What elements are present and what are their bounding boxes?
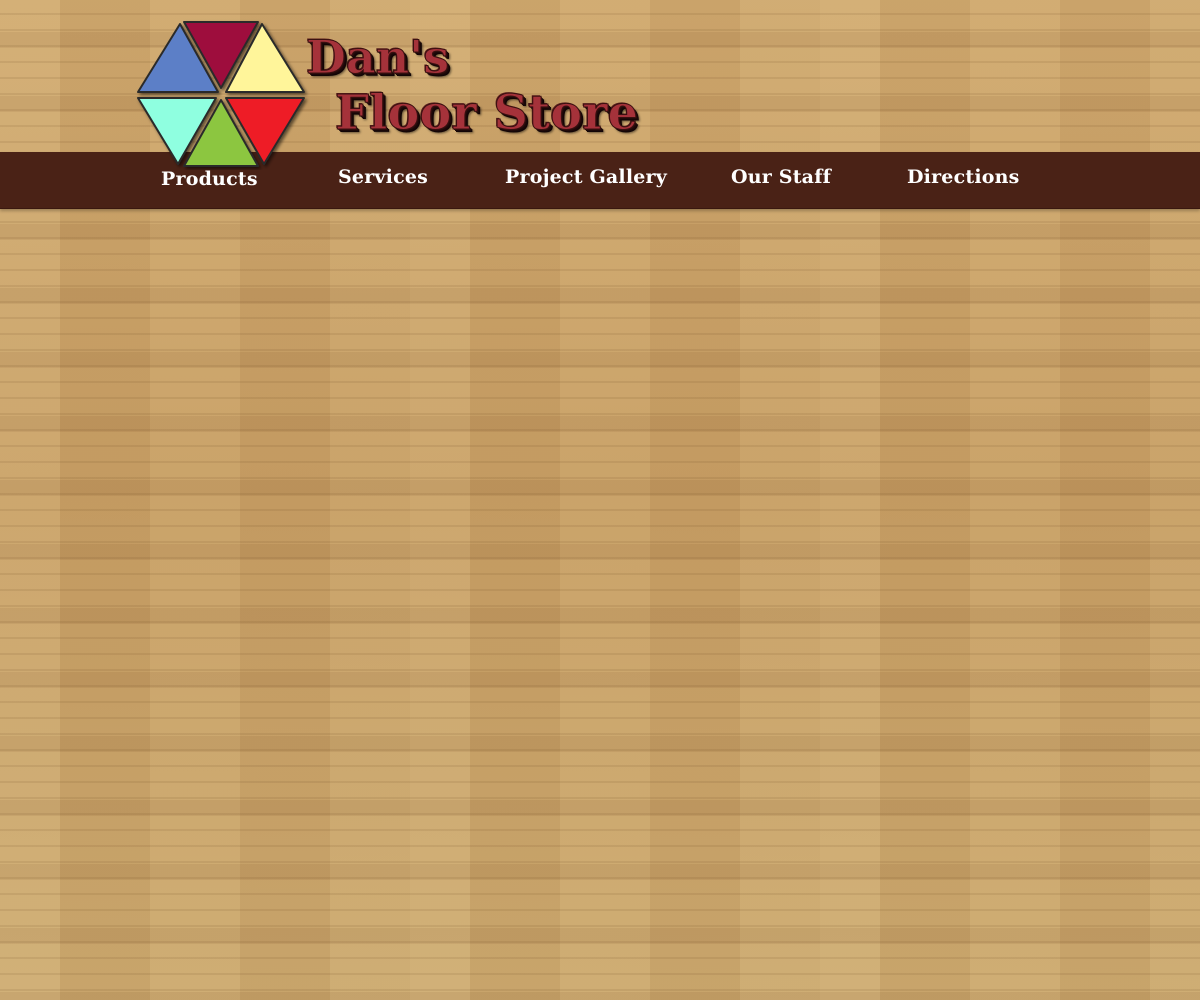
nav-project-gallery-link[interactable]: Project Gallery: [505, 166, 667, 188]
nav-our-staff-link[interactable]: Our Staff: [731, 166, 831, 188]
hexagon-triangles-logo-icon[interactable]: [134, 18, 310, 170]
nav-services-link[interactable]: Services: [338, 166, 428, 188]
nav-directions-link[interactable]: Directions: [907, 166, 1020, 188]
brand-name-line1: Dan's: [305, 30, 450, 85]
nav-products-link[interactable]: Products: [161, 168, 258, 190]
brand-name-line2: Floor Store: [334, 85, 639, 142]
